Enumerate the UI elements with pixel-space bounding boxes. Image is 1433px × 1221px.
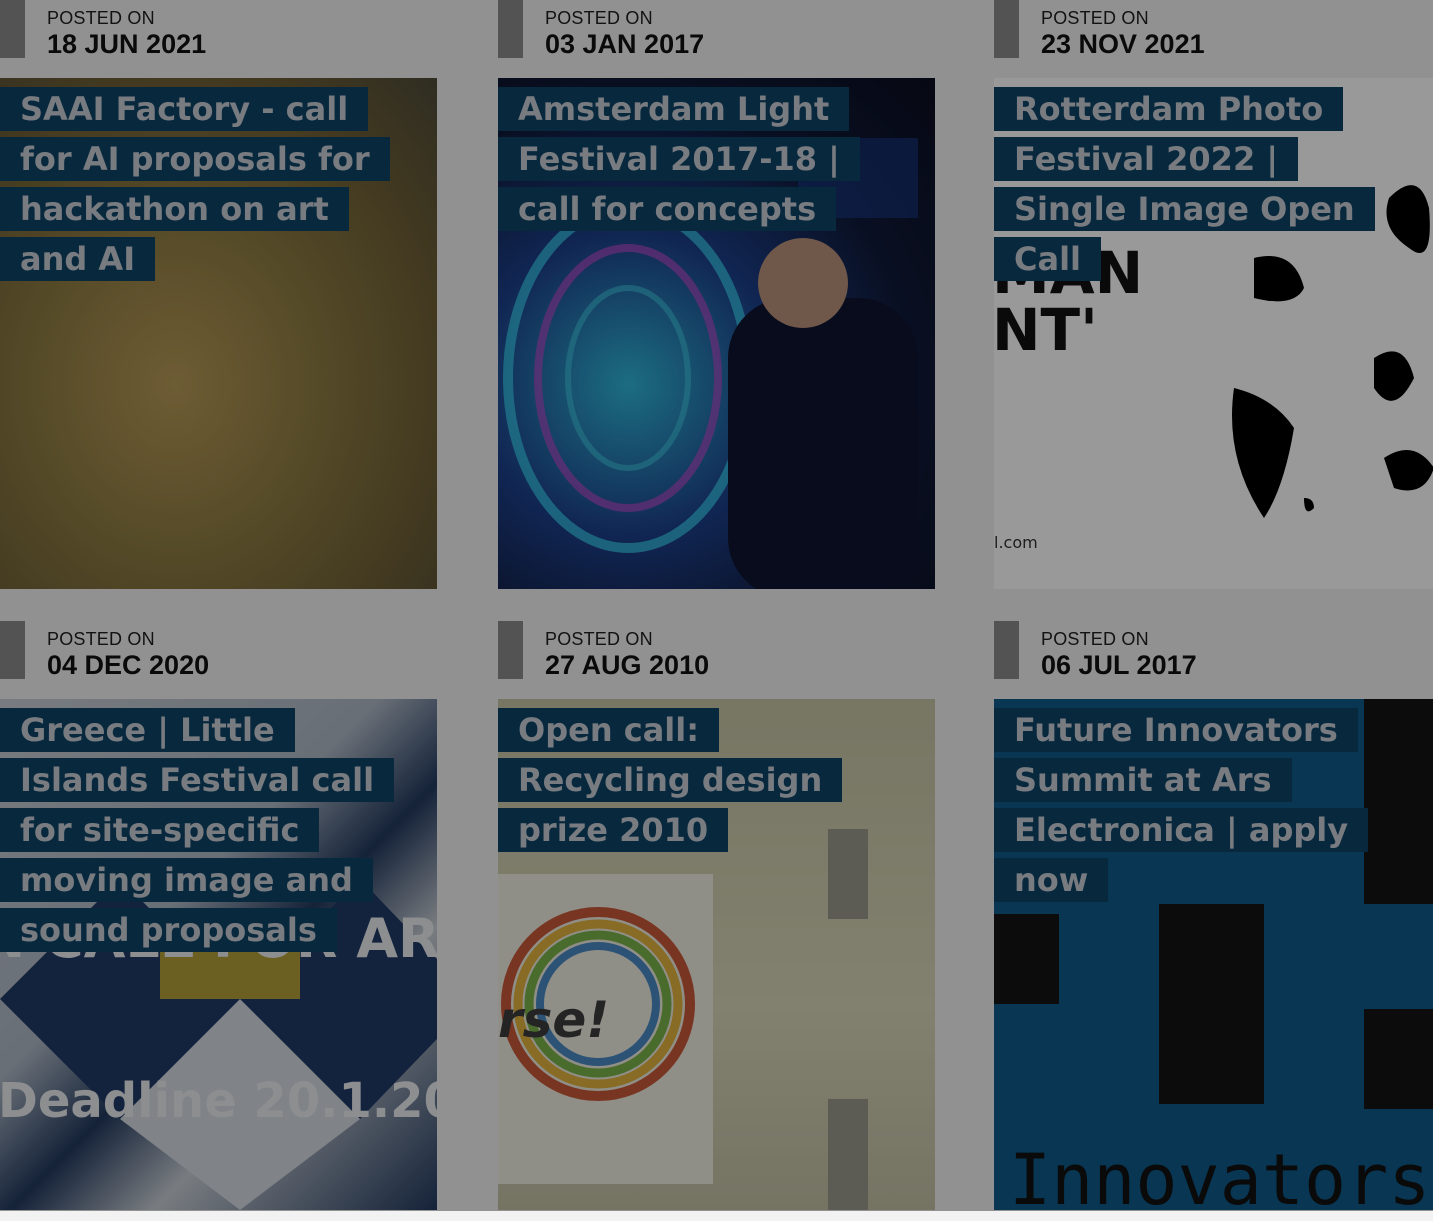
post-card[interactable]: POSTED ON 06 JUL 2017 Innovators S Futur…: [994, 621, 1433, 1221]
post-card[interactable]: POSTED ON 03 JAN 2017 Amsterdam Light Fe…: [498, 0, 935, 600]
post-date: 06 JUL 2017: [1041, 650, 1197, 680]
posted-on-label: POSTED ON: [545, 8, 653, 28]
post-date: 04 DEC 2020: [47, 650, 210, 680]
image-text: Deadline 20.1.2021: [0, 1073, 437, 1129]
post-thumbnail[interactable]: Amsterdam Light Festival 2017-18 | call …: [498, 78, 935, 589]
post-title[interactable]: Future Innovators Summit at Ars Electron…: [994, 705, 1374, 905]
meta-bar: [498, 621, 523, 679]
meta-bar: [498, 0, 523, 58]
post-card[interactable]: POSTED ON 23 NOV 2021 MAN NT' l.com Rott…: [994, 0, 1433, 600]
post-date: 27 AUG 2010: [545, 650, 710, 680]
meta-bar: [0, 0, 25, 58]
post-card[interactable]: POSTED ON 04 DEC 2020 N CALL FOR ART Dea…: [0, 621, 437, 1221]
meta-bar: [994, 0, 1019, 58]
image-text: NT': [994, 296, 1098, 364]
post-meta: POSTED ON 18 JUN 2021: [0, 0, 437, 78]
image-text: l.com: [994, 533, 1038, 552]
post-meta: POSTED ON 06 JUL 2017: [994, 621, 1431, 699]
post-meta: POSTED ON 23 NOV 2021: [994, 0, 1431, 78]
post-card[interactable]: POSTED ON 27 AUG 2010 rse! Open call: Re…: [498, 621, 935, 1221]
post-title[interactable]: Greece | Little Islands Festival call fo…: [0, 705, 395, 955]
post-thumbnail[interactable]: SAAI Factory - call for AI proposals for…: [0, 78, 437, 589]
posted-on-label: POSTED ON: [47, 629, 155, 649]
post-date: 18 JUN 2021: [47, 29, 207, 59]
post-thumbnail[interactable]: Innovators S Future Innovators Summit at…: [994, 699, 1433, 1210]
post-thumbnail[interactable]: N CALL FOR ART Deadline 20.1.2021 Greece…: [0, 699, 437, 1210]
posted-on-label: POSTED ON: [47, 8, 155, 28]
post-thumbnail[interactable]: MAN NT' l.com Rotterdam Photo Festival 2…: [994, 78, 1433, 589]
meta-bar: [0, 621, 25, 679]
post-title[interactable]: Amsterdam Light Festival 2017-18 | call …: [498, 84, 878, 234]
post-title[interactable]: Open call: Recycling design prize 2010: [498, 705, 878, 855]
meta-bar: [994, 621, 1019, 679]
post-thumbnail[interactable]: rse! Open call: Recycling design prize 2…: [498, 699, 935, 1210]
post-meta: POSTED ON 03 JAN 2017: [498, 0, 935, 78]
post-date: 23 NOV 2021: [1041, 29, 1205, 59]
posted-on-label: POSTED ON: [1041, 8, 1149, 28]
post-date: 03 JAN 2017: [545, 29, 705, 59]
image-text: Innovators S: [1009, 1139, 1433, 1210]
post-title[interactable]: Rotterdam Photo Festival 2022 | Single I…: [994, 84, 1375, 284]
posts-grid: POSTED ON 18 JUN 2021 SAAI Factory - cal…: [0, 0, 1433, 1211]
posted-on-label: POSTED ON: [545, 629, 653, 649]
post-meta: POSTED ON 27 AUG 2010: [498, 621, 935, 699]
post-card[interactable]: POSTED ON 18 JUN 2021 SAAI Factory - cal…: [0, 0, 437, 600]
post-title[interactable]: SAAI Factory - call for AI proposals for…: [0, 84, 390, 284]
posted-on-label: POSTED ON: [1041, 629, 1149, 649]
image-text: rse!: [498, 991, 609, 1049]
post-meta: POSTED ON 04 DEC 2020: [0, 621, 437, 699]
